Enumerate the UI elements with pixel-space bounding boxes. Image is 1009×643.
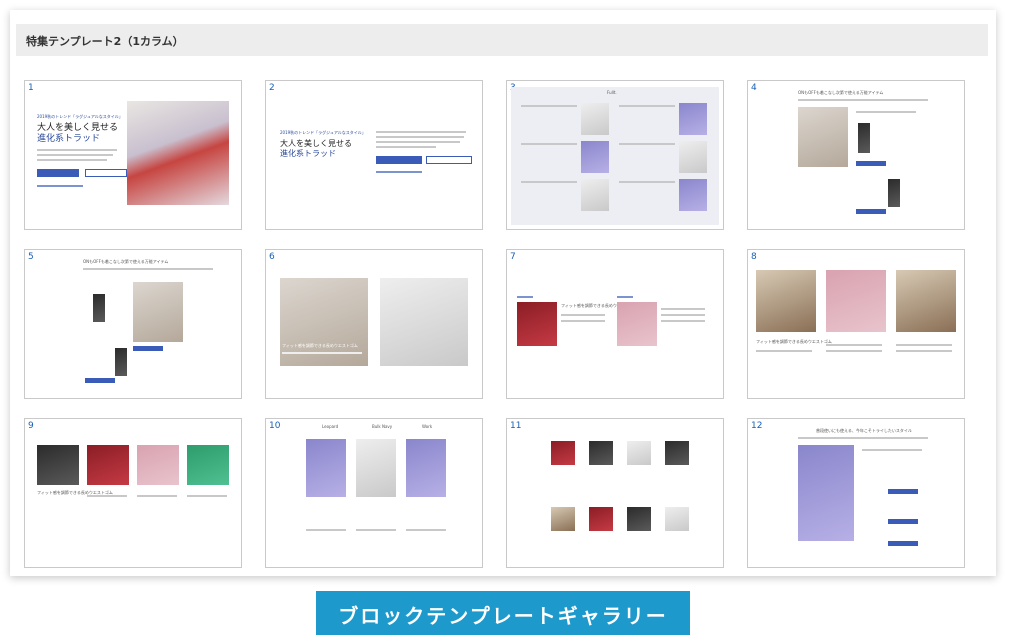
template-thumb-8[interactable]: 8 フィット感を調節できる長めウエストゴム <box>747 249 965 399</box>
thumb-number: 2 <box>269 83 275 93</box>
template-thumb-3[interactable]: 3 Fullt. <box>506 80 724 230</box>
thumb-photo <box>127 101 229 205</box>
banner-text: ブロックテンプレートギャラリー <box>338 604 668 628</box>
thumb-heading: ONもOFFも着こなし次第で使える万能アイテム <box>798 90 884 95</box>
template-thumb-12[interactable]: 12 普段使いにも使える、今年こそトライしたいスタイル <box>747 418 965 568</box>
thumb-number: 8 <box>751 252 757 262</box>
thumb-heading: ONもOFFも着こなし次第で使える万能アイテム <box>83 259 169 264</box>
thumb-number: 1 <box>28 83 34 93</box>
thumb-title-line2: 進化系トラッド <box>37 133 101 144</box>
thumb-number: 11 <box>510 421 522 431</box>
thumb-title-line1: 大人を美しく見せる <box>37 123 119 133</box>
thumb-number: 12 <box>751 421 763 431</box>
template-thumb-2[interactable]: 2 2019秋のトレンド「ラグジュアルなスタイル」 大人を美しく見せる 進化系ト… <box>265 80 483 230</box>
template-thumb-7[interactable]: 7 フィット感を調節できる長めウエストゴム <box>506 249 724 399</box>
template-thumb-1[interactable]: 1 2019秋のトレンド「ラグジュアルなスタイル」 大人を美しく見せる 進化系ト… <box>24 80 242 230</box>
thumb-number: 10 <box>269 421 281 431</box>
thumb-caption: フィット感を調節できる長めウエストゴム <box>282 343 358 348</box>
thumb-number: 5 <box>28 252 34 262</box>
thumb-caption: フィット感を調節できる長めウエストゴム <box>756 339 832 344</box>
gallery-banner: ブロックテンプレートギャラリー <box>316 591 690 635</box>
thumb-col2: Bulk Navy <box>372 424 393 429</box>
thumb-title-line1: 大人を美しく見せる <box>280 139 352 148</box>
thumb-secondary-button <box>426 156 472 164</box>
thumb-heading: 普段使いにも使える、今年こそトライしたいスタイル <box>816 428 912 433</box>
template-thumb-5[interactable]: 5 ONもOFFも着こなし次第で使える万能アイテム <box>24 249 242 399</box>
thumb-title: 大人を美しく見せる 進化系トラッド <box>37 123 118 145</box>
panel-title: 特集テンプレート2（1カラム） <box>26 35 184 48</box>
thumb-primary-button <box>376 156 422 164</box>
thumb-kicker: 2019秋のトレンド「ラグジュアルなスタイル」 <box>37 114 123 119</box>
thumb-number: 4 <box>751 83 757 93</box>
thumb-number: 9 <box>28 421 34 431</box>
thumb-number: 6 <box>269 252 275 262</box>
thumb-title-line2: 進化系トラッド <box>280 148 336 158</box>
thumb-number: 7 <box>510 252 516 262</box>
thumb-kicker: 2019秋のトレンド「ラグジュアルなスタイル」 <box>280 130 366 135</box>
thumb-header: Fullt. <box>607 90 617 95</box>
panel-header: 特集テンプレート2（1カラム） <box>16 24 988 56</box>
template-grid: 1 2019秋のトレンド「ラグジュアルなスタイル」 大人を美しく見せる 進化系ト… <box>24 80 982 568</box>
template-thumb-11[interactable]: 11 <box>506 418 724 568</box>
template-thumb-6[interactable]: 6 フィット感を調節できる長めウエストゴム <box>265 249 483 399</box>
thumb-title: 大人を美しく見せる 進化系トラッド <box>280 139 352 158</box>
template-thumb-10[interactable]: 10 Leopard Bulk Navy Work <box>265 418 483 568</box>
template-thumb-9[interactable]: 9 フィット感を調節できる長めウエストゴム <box>24 418 242 568</box>
thumb-col1: Leopard <box>322 424 339 429</box>
template-panel: 特集テンプレート2（1カラム） 1 2019秋のトレンド「ラグジュアルなスタイル… <box>10 10 996 576</box>
thumb-col3: Work <box>422 424 433 429</box>
thumb-primary-button <box>37 169 79 177</box>
template-thumb-4[interactable]: 4 ONもOFFも着こなし次第で使える万能アイテム <box>747 80 965 230</box>
thumb-secondary-button <box>85 169 127 177</box>
